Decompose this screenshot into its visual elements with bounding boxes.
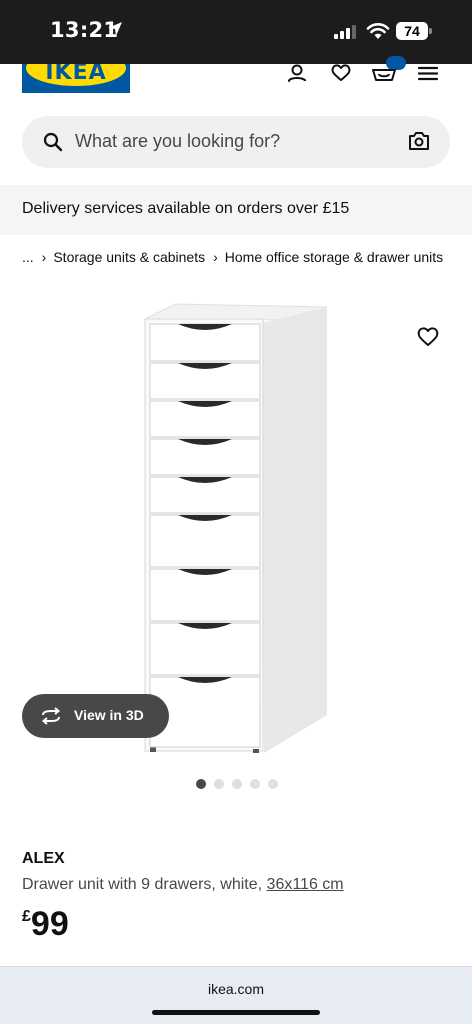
product-image-gallery[interactable]: View in 3D [0, 285, 472, 775]
product-price: £99 [22, 905, 69, 944]
product-description: Drawer unit with 9 drawers, white, 36x11… [22, 876, 344, 894]
drawer-front [149, 568, 261, 622]
product-name[interactable]: ALEX [22, 850, 65, 868]
menu-icon[interactable] [416, 64, 442, 90]
heart-icon[interactable] [328, 64, 354, 90]
product-dimensions-link[interactable]: 36x116 cm [267, 876, 344, 893]
view-in-3d-label: View in 3D [74, 707, 144, 723]
add-to-wishlist-heart-icon[interactable] [416, 326, 440, 348]
delivery-banner[interactable]: Delivery services available on orders ov… [0, 185, 472, 235]
location-arrow-icon [108, 22, 122, 36]
breadcrumb-item-storage-units[interactable]: Storage units & cabinets [53, 249, 205, 265]
search-input[interactable]: What are you looking for? [75, 131, 280, 152]
carousel-dot[interactable] [196, 779, 206, 789]
rotate-3d-icon [41, 707, 61, 725]
delivery-banner-text: Delivery services available on orders ov… [22, 200, 350, 217]
chevron-right-icon: › [41, 249, 47, 265]
carousel-dot[interactable] [268, 779, 278, 789]
ikea-logo[interactable]: IKEA [22, 64, 130, 93]
breadcrumb-item-home-office[interactable]: Home office storage & drawer units [225, 249, 443, 265]
drawer-front [149, 622, 261, 676]
search-bar[interactable]: What are you looking for? [22, 116, 450, 168]
price-amount: 99 [30, 905, 69, 943]
logo-text: IKEA [45, 64, 107, 85]
browser-address-bar[interactable]: ikea.com [0, 966, 472, 1024]
battery-indicator: 74 [396, 22, 428, 40]
breadcrumb: ... › Storage units & cabinets › Home of… [22, 249, 443, 265]
breadcrumb-ellipsis[interactable]: ... [22, 249, 34, 265]
user-icon[interactable] [284, 64, 310, 90]
camera-icon[interactable] [407, 130, 431, 152]
carousel-pagination [196, 779, 278, 789]
basket-icon[interactable] [371, 64, 397, 90]
chevron-right-icon: › [213, 249, 218, 265]
drawer-front [149, 514, 261, 568]
carousel-dot[interactable] [214, 779, 224, 789]
search-icon [43, 132, 63, 152]
site-header: IKEA [0, 56, 472, 104]
battery-tip [429, 28, 432, 34]
view-in-3d-button[interactable]: View in 3D [22, 694, 169, 738]
carousel-dot[interactable] [250, 779, 260, 789]
browser-domain[interactable]: ikea.com [0, 981, 472, 997]
status-bar: 13:21 74 [0, 0, 472, 64]
drawer-fronts [149, 323, 261, 748]
wifi-icon [366, 23, 390, 39]
home-indicator[interactable] [152, 1010, 320, 1015]
price-currency: £ [22, 908, 31, 925]
carousel-dot[interactable] [232, 779, 242, 789]
cellular-signal-icon [334, 24, 356, 39]
product-description-text: Drawer unit with 9 drawers, white, [22, 876, 263, 893]
